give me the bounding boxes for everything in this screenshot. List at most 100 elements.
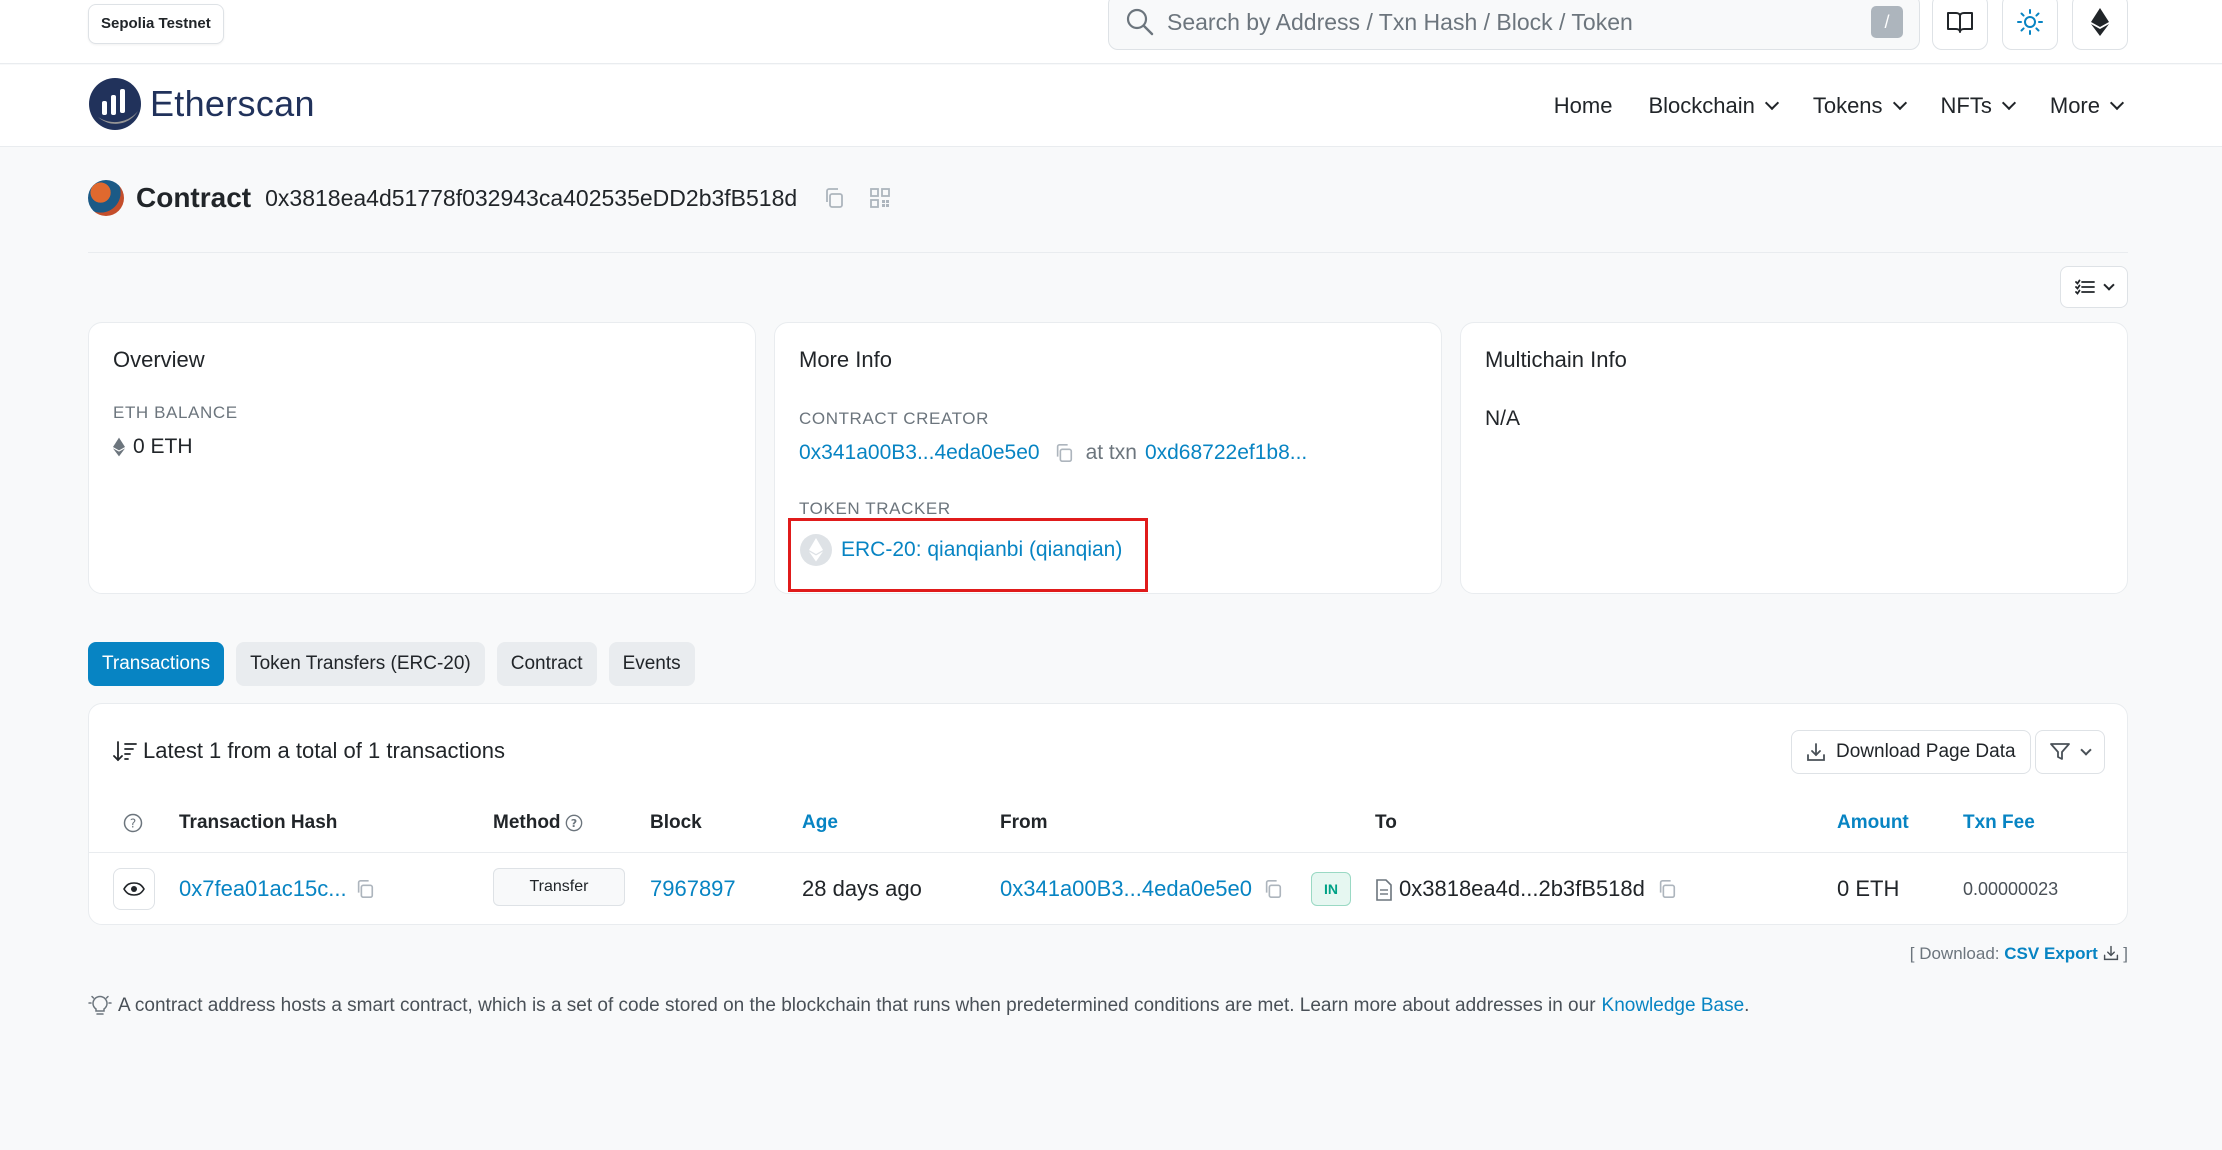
tab-contract[interactable]: Contract — [496, 642, 597, 686]
overview-card: Overview ETH BALANCE 0 ETH — [88, 322, 756, 594]
docs-button[interactable] — [1932, 0, 1988, 50]
file-icon — [1376, 879, 1392, 901]
col-age[interactable]: Age — [802, 812, 838, 834]
more-info-title: More Info — [799, 347, 892, 372]
table-row-divider — [89, 852, 2127, 853]
col-block: Block — [650, 812, 702, 833]
search-box[interactable]: Search by Address / Txn Hash / Block / T… — [1108, 0, 1920, 50]
theme-toggle-button[interactable] — [2002, 0, 2058, 50]
chevron-down-icon — [2001, 95, 2016, 111]
col-from: From — [1000, 812, 1048, 833]
download-icon[interactable] — [2103, 945, 2119, 961]
method-badge: Transfer — [493, 868, 625, 906]
chevron-down-icon — [2109, 95, 2125, 111]
book-icon — [1947, 12, 1973, 33]
svg-text:?: ? — [130, 817, 136, 831]
contract-avatar — [88, 180, 124, 216]
nav-tokens[interactable]: Tokens — [1813, 93, 1907, 119]
tab-token-transfers[interactable]: Token Transfers (ERC-20) — [236, 642, 485, 686]
help-icon[interactable]: ? — [565, 814, 583, 832]
multichain-value: N/A — [1485, 407, 1521, 430]
copy-icon[interactable] — [823, 187, 845, 209]
nav-nfts[interactable]: NFTs — [1941, 93, 2016, 119]
col-txn-fee[interactable]: Txn Fee — [1963, 812, 2035, 834]
transactions-summary: Latest 1 from a total of 1 transactions — [113, 738, 505, 764]
knowledge-base-link[interactable]: Knowledge Base — [1602, 995, 1745, 1017]
transactions-card: Latest 1 from a total of 1 transactions … — [88, 703, 2128, 925]
nav-menu: Home Blockchain Tokens NFTs More — [1518, 65, 2125, 147]
direction-badge: IN — [1311, 872, 1351, 906]
nav-home[interactable]: Home — [1554, 93, 1613, 119]
info-note: A contract address hosts a smart contrac… — [88, 994, 1749, 1018]
list-check-icon — [2075, 279, 2095, 295]
token-tracker-label: TOKEN TRACKER — [799, 499, 951, 518]
view-options-button[interactable] — [2060, 266, 2128, 308]
filter-icon — [2050, 743, 2070, 760]
preview-button[interactable] — [113, 868, 155, 910]
qr-code-icon[interactable] — [869, 187, 891, 209]
nav-more[interactable]: More — [2050, 93, 2125, 119]
txn-fee: 0.00000023 — [1963, 879, 2059, 899]
multichain-card: Multichain Info N/A — [1460, 322, 2128, 594]
csv-export-link[interactable]: CSV Export — [2004, 944, 2098, 963]
brand-name: Etherscan — [150, 83, 315, 124]
filter-button[interactable] — [2035, 730, 2105, 774]
overview-title: Overview — [113, 347, 205, 372]
main-navbar: Etherscan Home Blockchain Tokens NFTs Mo… — [0, 65, 2222, 147]
nav-blockchain[interactable]: Blockchain — [1648, 93, 1779, 119]
txn-amount: 0 ETH — [1837, 876, 1900, 901]
contract-creator-value: 0x341a00B3...4eda0e5e0 at txn 0xd68722ef… — [799, 441, 1307, 465]
creator-address-link[interactable]: 0x341a00B3...4eda0e5e0 — [799, 441, 1040, 465]
copy-icon[interactable] — [1657, 879, 1677, 899]
header-divider — [88, 252, 2128, 253]
sun-icon — [2017, 9, 2043, 35]
highlight-box — [788, 518, 1148, 592]
block-link[interactable]: 7967897 — [650, 876, 736, 902]
txn-hash-link[interactable]: 0x7fea01ac15c... — [179, 876, 347, 902]
multichain-title: Multichain Info — [1485, 347, 1627, 372]
download-icon — [1807, 743, 1825, 761]
page-title: Contract 0x3818ea4d51778f032943ca402535e… — [88, 180, 891, 216]
help-icon[interactable]: ? — [123, 813, 143, 833]
copy-icon[interactable] — [355, 879, 375, 899]
eye-icon — [123, 882, 145, 896]
col-amount[interactable]: Amount — [1837, 812, 1909, 834]
search-icon — [1126, 8, 1154, 36]
col-method: Method ? — [493, 812, 583, 834]
to-address: 0x3818ea4d...2b3fB518d — [1399, 876, 1645, 901]
lightbulb-icon — [88, 995, 112, 1015]
download-page-data-button[interactable]: Download Page Data — [1791, 730, 2031, 774]
chevron-down-icon — [2103, 279, 2115, 291]
network-switch-button[interactable] — [2072, 0, 2128, 50]
etherscan-logo-icon — [89, 78, 141, 130]
search-input[interactable]: Search by Address / Txn Hash / Block / T… — [1167, 9, 1633, 36]
svg-text:?: ? — [570, 817, 576, 830]
contract-address: 0x3818ea4d51778f032943ca402535eDD2b3fB51… — [265, 184, 798, 211]
contract-label: Contract — [136, 182, 252, 213]
copy-icon[interactable] — [1263, 879, 1283, 899]
csv-export: [ Download: CSV Export ] — [1909, 944, 2128, 963]
at-txn-text: at txn — [1085, 441, 1137, 464]
copy-icon[interactable] — [1054, 443, 1074, 463]
tab-events[interactable]: Events — [608, 642, 695, 686]
sort-icon — [113, 741, 137, 762]
network-badge[interactable]: Sepolia Testnet — [88, 4, 224, 44]
search-shortcut-key: / — [1871, 6, 1903, 38]
tab-bar: Transactions Token Transfers (ERC-20) Co… — [88, 642, 707, 686]
ethereum-icon — [2091, 8, 2109, 36]
from-address-link[interactable]: 0x341a00B3...4eda0e5e0 — [1000, 876, 1252, 902]
brand-logo[interactable]: Etherscan — [88, 77, 315, 131]
eth-balance-label: ETH BALANCE — [113, 403, 238, 422]
chevron-down-icon — [1892, 95, 1907, 111]
tab-transactions[interactable]: Transactions — [88, 642, 225, 686]
creator-txn-link[interactable]: 0xd68722ef1b8... — [1145, 441, 1307, 465]
contract-creator-label: CONTRACT CREATOR — [799, 409, 990, 428]
top-bar: Sepolia Testnet Search by Address / Txn … — [0, 0, 2222, 64]
col-to: To — [1375, 812, 1397, 833]
chevron-down-icon — [1764, 95, 1779, 111]
chevron-down-icon — [2080, 744, 2092, 756]
txn-age: 28 days ago — [802, 876, 922, 901]
eth-balance-value: 0 ETH — [113, 435, 193, 459]
col-transaction-hash: Transaction Hash — [179, 812, 338, 833]
ethereum-icon — [113, 437, 125, 457]
